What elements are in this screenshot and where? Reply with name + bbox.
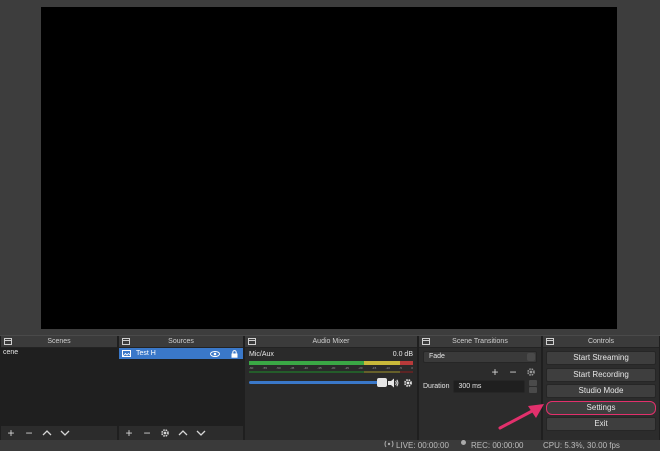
undock-icon[interactable]: [248, 338, 256, 345]
annotation-arrow-icon: [498, 404, 544, 430]
transition-value: Fade: [429, 353, 445, 360]
volume-meter-secondary: [249, 371, 413, 373]
duration-spinner[interactable]: [529, 380, 537, 393]
lock-icon[interactable]: [229, 349, 239, 358]
channel-level: 0.0 dB: [392, 351, 413, 358]
meter-ticks: -60 -55 -50 -45 -40 -35 -30 -25 -20 -15 -10 -5 0: [249, 366, 413, 370]
source-item[interactable]: Test H: [119, 348, 243, 359]
preview-area: [0, 0, 660, 335]
add-source-button[interactable]: +: [123, 427, 135, 439]
source-up-button[interactable]: [177, 427, 189, 439]
remove-source-button[interactable]: −: [141, 427, 153, 439]
transition-select[interactable]: Fade: [423, 351, 537, 363]
scenes-list: cene: [1, 348, 117, 426]
remove-scene-button[interactable]: −: [23, 427, 35, 439]
scenes-title: Scenes: [47, 338, 71, 345]
duration-row: Duration 300 ms: [423, 380, 537, 393]
volume-meter: [249, 361, 413, 365]
image-source-icon: [122, 350, 131, 357]
program-preview[interactable]: [41, 7, 617, 329]
sources-dock: Sources Test H + −: [118, 336, 244, 440]
exit-button[interactable]: Exit: [546, 417, 656, 431]
transition-properties-gear-icon[interactable]: [525, 366, 537, 378]
volume-slider-handle[interactable]: [377, 378, 387, 387]
controls-title: Controls: [587, 338, 615, 345]
live-time: LIVE: 00:00:00: [396, 441, 449, 450]
scene-transitions-title: Scene Transitions: [452, 338, 508, 345]
start-recording-button[interactable]: Start Recording: [546, 367, 656, 382]
controls-dock: Controls Start Streaming Start Recording…: [542, 336, 660, 440]
controls-header: Controls: [543, 336, 659, 348]
volume-slider[interactable]: [249, 378, 387, 387]
mixer-channel: Mic/Aux 0.0 dB -60 -55 -50 -45 -40 -35 -30 -25-…: [245, 348, 417, 440]
scene-up-button[interactable]: [41, 427, 53, 439]
controls-buttons: Start Streaming Start Recording Studio M…: [543, 348, 659, 440]
sources-toolbar: + −: [119, 426, 243, 440]
select-arrows-icon: [527, 353, 535, 361]
status-bar: LIVE: 00:00:00 REC: 00:00:00 CPU: 5.3%, …: [0, 440, 660, 451]
source-name: Test H: [136, 350, 156, 357]
scene-item[interactable]: cene: [1, 348, 117, 358]
undock-icon[interactable]: [122, 338, 130, 345]
sources-list: Test H: [119, 348, 243, 426]
add-scene-button[interactable]: +: [5, 427, 17, 439]
undock-icon[interactable]: [422, 338, 430, 345]
scene-down-button[interactable]: [59, 427, 71, 439]
undock-icon[interactable]: [4, 338, 12, 345]
settings-button[interactable]: Settings: [546, 400, 656, 415]
audio-mixer-header: Audio Mixer: [245, 336, 417, 348]
scenes-header: Scenes: [1, 336, 117, 348]
audio-mixer-dock: Audio Mixer Mic/Aux 0.0 dB -60 -55 -50 -45-…: [244, 336, 418, 440]
source-down-button[interactable]: [195, 427, 207, 439]
scene-transitions-header: Scene Transitions: [419, 336, 541, 348]
speaker-icon[interactable]: [388, 377, 399, 388]
studio-mode-button[interactable]: Studio Mode: [546, 384, 656, 398]
remove-transition-button[interactable]: −: [507, 366, 519, 378]
visibility-eye-icon[interactable]: [210, 350, 220, 358]
sources-header: Sources: [119, 336, 243, 348]
dock-area: Scenes cene + − Sources Test H + − Audio…: [0, 336, 660, 440]
rec-time: REC: 00:00:00: [471, 441, 524, 450]
duration-input[interactable]: 300 ms: [453, 380, 525, 393]
audio-mixer-title: Audio Mixer: [312, 338, 350, 345]
sources-title: Sources: [168, 338, 194, 345]
cpu-stats: CPU: 5.3%, 30.00 fps: [543, 441, 620, 450]
live-indicator-icon: [384, 440, 394, 451]
undock-icon[interactable]: [546, 338, 554, 345]
mixer-settings-gear-icon[interactable]: [402, 377, 413, 388]
source-properties-gear-icon[interactable]: [159, 427, 171, 439]
transition-toolbar: + −: [423, 366, 537, 378]
duration-label: Duration: [423, 383, 450, 390]
start-streaming-button[interactable]: Start Streaming: [546, 351, 656, 365]
channel-name: Mic/Aux: [249, 351, 274, 358]
add-transition-button[interactable]: +: [489, 366, 501, 378]
scenes-toolbar: + −: [1, 426, 117, 440]
scenes-dock: Scenes cene + −: [0, 336, 118, 440]
